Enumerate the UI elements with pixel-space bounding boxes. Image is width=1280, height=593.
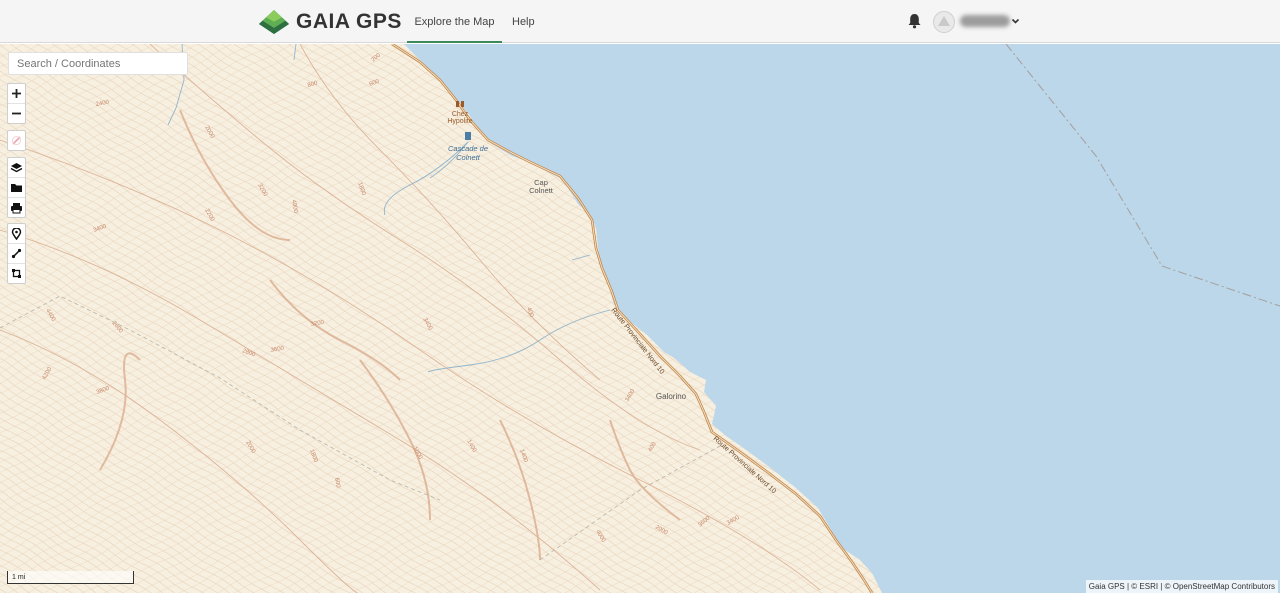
nav-explore-the-map[interactable]: Explore the Map bbox=[407, 0, 502, 43]
place-label: Hypolite bbox=[447, 118, 472, 125]
avatar-mountain-icon bbox=[938, 16, 950, 26]
map-attribution: Gaia GPS | © ESRI | © OpenStreetMap Cont… bbox=[1085, 580, 1278, 593]
layers-button[interactable] bbox=[8, 158, 25, 177]
compass-icon bbox=[12, 136, 21, 145]
route-line-icon bbox=[11, 248, 22, 259]
mountain-logo-icon bbox=[259, 10, 289, 34]
north-reset-button[interactable] bbox=[8, 131, 25, 150]
zoom-controls bbox=[7, 83, 26, 124]
search-input[interactable] bbox=[8, 52, 188, 75]
orientation-control bbox=[7, 130, 26, 151]
map-scale-bar: 1 mi bbox=[7, 571, 134, 584]
draw-route-button[interactable] bbox=[8, 243, 25, 263]
top-navigation-bar: GAIA GPS Explore the Map Help user bbox=[0, 0, 1280, 43]
nav-help[interactable]: Help bbox=[512, 0, 535, 43]
gaia-gps-logo[interactable]: GAIA GPS bbox=[258, 7, 402, 37]
username[interactable]: user bbox=[960, 15, 1010, 27]
printer-icon bbox=[11, 202, 22, 213]
saved-items-button[interactable] bbox=[8, 177, 25, 197]
folder-icon bbox=[11, 184, 22, 192]
minus-icon bbox=[12, 112, 21, 115]
user-avatar[interactable] bbox=[933, 11, 955, 33]
print-button[interactable] bbox=[8, 197, 25, 217]
map-canvas[interactable]: Chez Hypolite Cascade de Colnett Cap Col… bbox=[0, 44, 1280, 593]
zoom-in-button[interactable] bbox=[8, 84, 25, 103]
place-label: Chez bbox=[452, 111, 469, 118]
map-tools-group bbox=[7, 157, 26, 218]
place-label: Colnett bbox=[456, 153, 481, 162]
waterfall-poi-icon[interactable] bbox=[465, 132, 471, 140]
logo-text: GAIA GPS bbox=[296, 10, 402, 33]
place-label: Colnett bbox=[529, 186, 554, 195]
place-label: Cascade de bbox=[448, 144, 488, 153]
notification-bell-icon[interactable] bbox=[907, 13, 922, 29]
zoom-out-button[interactable] bbox=[8, 103, 25, 123]
plus-icon bbox=[12, 89, 21, 98]
polygon-area-icon bbox=[12, 269, 21, 278]
chevron-down-icon[interactable] bbox=[1011, 17, 1020, 25]
add-waypoint-button[interactable] bbox=[8, 224, 25, 243]
layers-icon bbox=[10, 162, 23, 172]
topographic-map[interactable]: Chez Hypolite Cascade de Colnett Cap Col… bbox=[0, 44, 1280, 593]
place-label: Galorino bbox=[656, 392, 687, 401]
draw-area-button[interactable] bbox=[8, 263, 25, 283]
map-pin-icon bbox=[11, 227, 22, 240]
create-tools-group bbox=[7, 223, 26, 284]
